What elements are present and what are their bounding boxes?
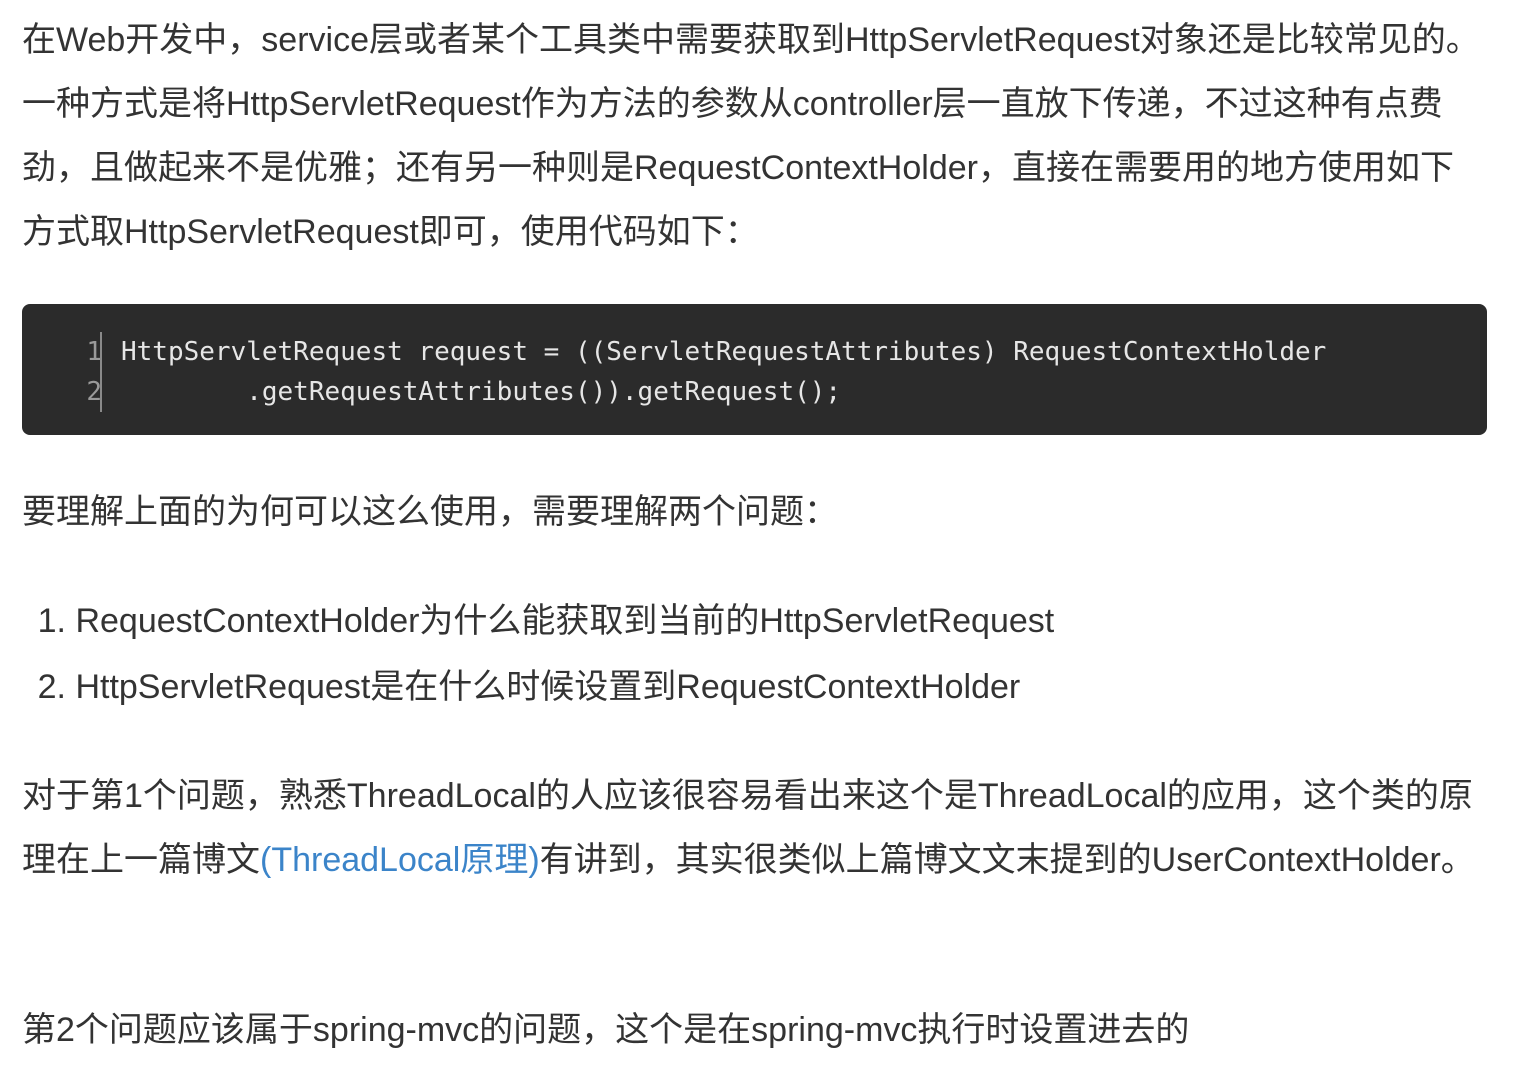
intro-paragraph: 在Web开发中，service层或者某个工具类中需要获取到HttpServlet… — [22, 21, 1480, 251]
line-number-gutter: 1 2 — [22, 332, 122, 416]
list-item-number: 2. — [37, 668, 66, 706]
list-item-text: RequestContextHolder为什么能获取到当前的HttpServle… — [75, 602, 1055, 640]
list-item: 1. RequestContextHolder为什么能获取到当前的HttpSer… — [22, 588, 1055, 654]
code-line: .getRequestAttributes()).getRequest(); — [121, 377, 842, 407]
question-intro-paragraph: 要理解上面的为何可以这么使用，需要理解两个问题： — [22, 493, 838, 531]
list-item: 2. HttpServletRequest是在什么时候设置到RequestCon… — [22, 654, 1054, 720]
code-block: 1 2 HttpServletRequest request = ((Servl… — [22, 304, 1487, 435]
list-item-text: HttpServletRequest是在什么时候设置到RequestContex… — [75, 668, 1021, 706]
gutter-divider — [100, 332, 102, 412]
question-list: 1. RequestContextHolder为什么能获取到当前的HttpSer… — [22, 588, 1055, 720]
threadlocal-article-link[interactable]: (ThreadLocal原理) — [260, 841, 540, 879]
answer-1-paragraph: 对于第1个问题，熟悉ThreadLocal的人应该很容易看出来这个是Thread… — [22, 764, 1482, 892]
code-line: HttpServletRequest request = ((ServletRe… — [121, 337, 1327, 367]
answer-1-text-after-link: 有讲到，其实很类似上篇博文文末提到的UserContextHolder。 — [539, 841, 1475, 879]
list-item-number: 1. — [37, 602, 66, 640]
code-lines: HttpServletRequest request = ((ServletRe… — [121, 332, 1326, 412]
answer-2-paragraph: 第2个问题应该属于spring-mvc的问题，这个是在spring-mvc执行时… — [22, 1011, 1190, 1049]
